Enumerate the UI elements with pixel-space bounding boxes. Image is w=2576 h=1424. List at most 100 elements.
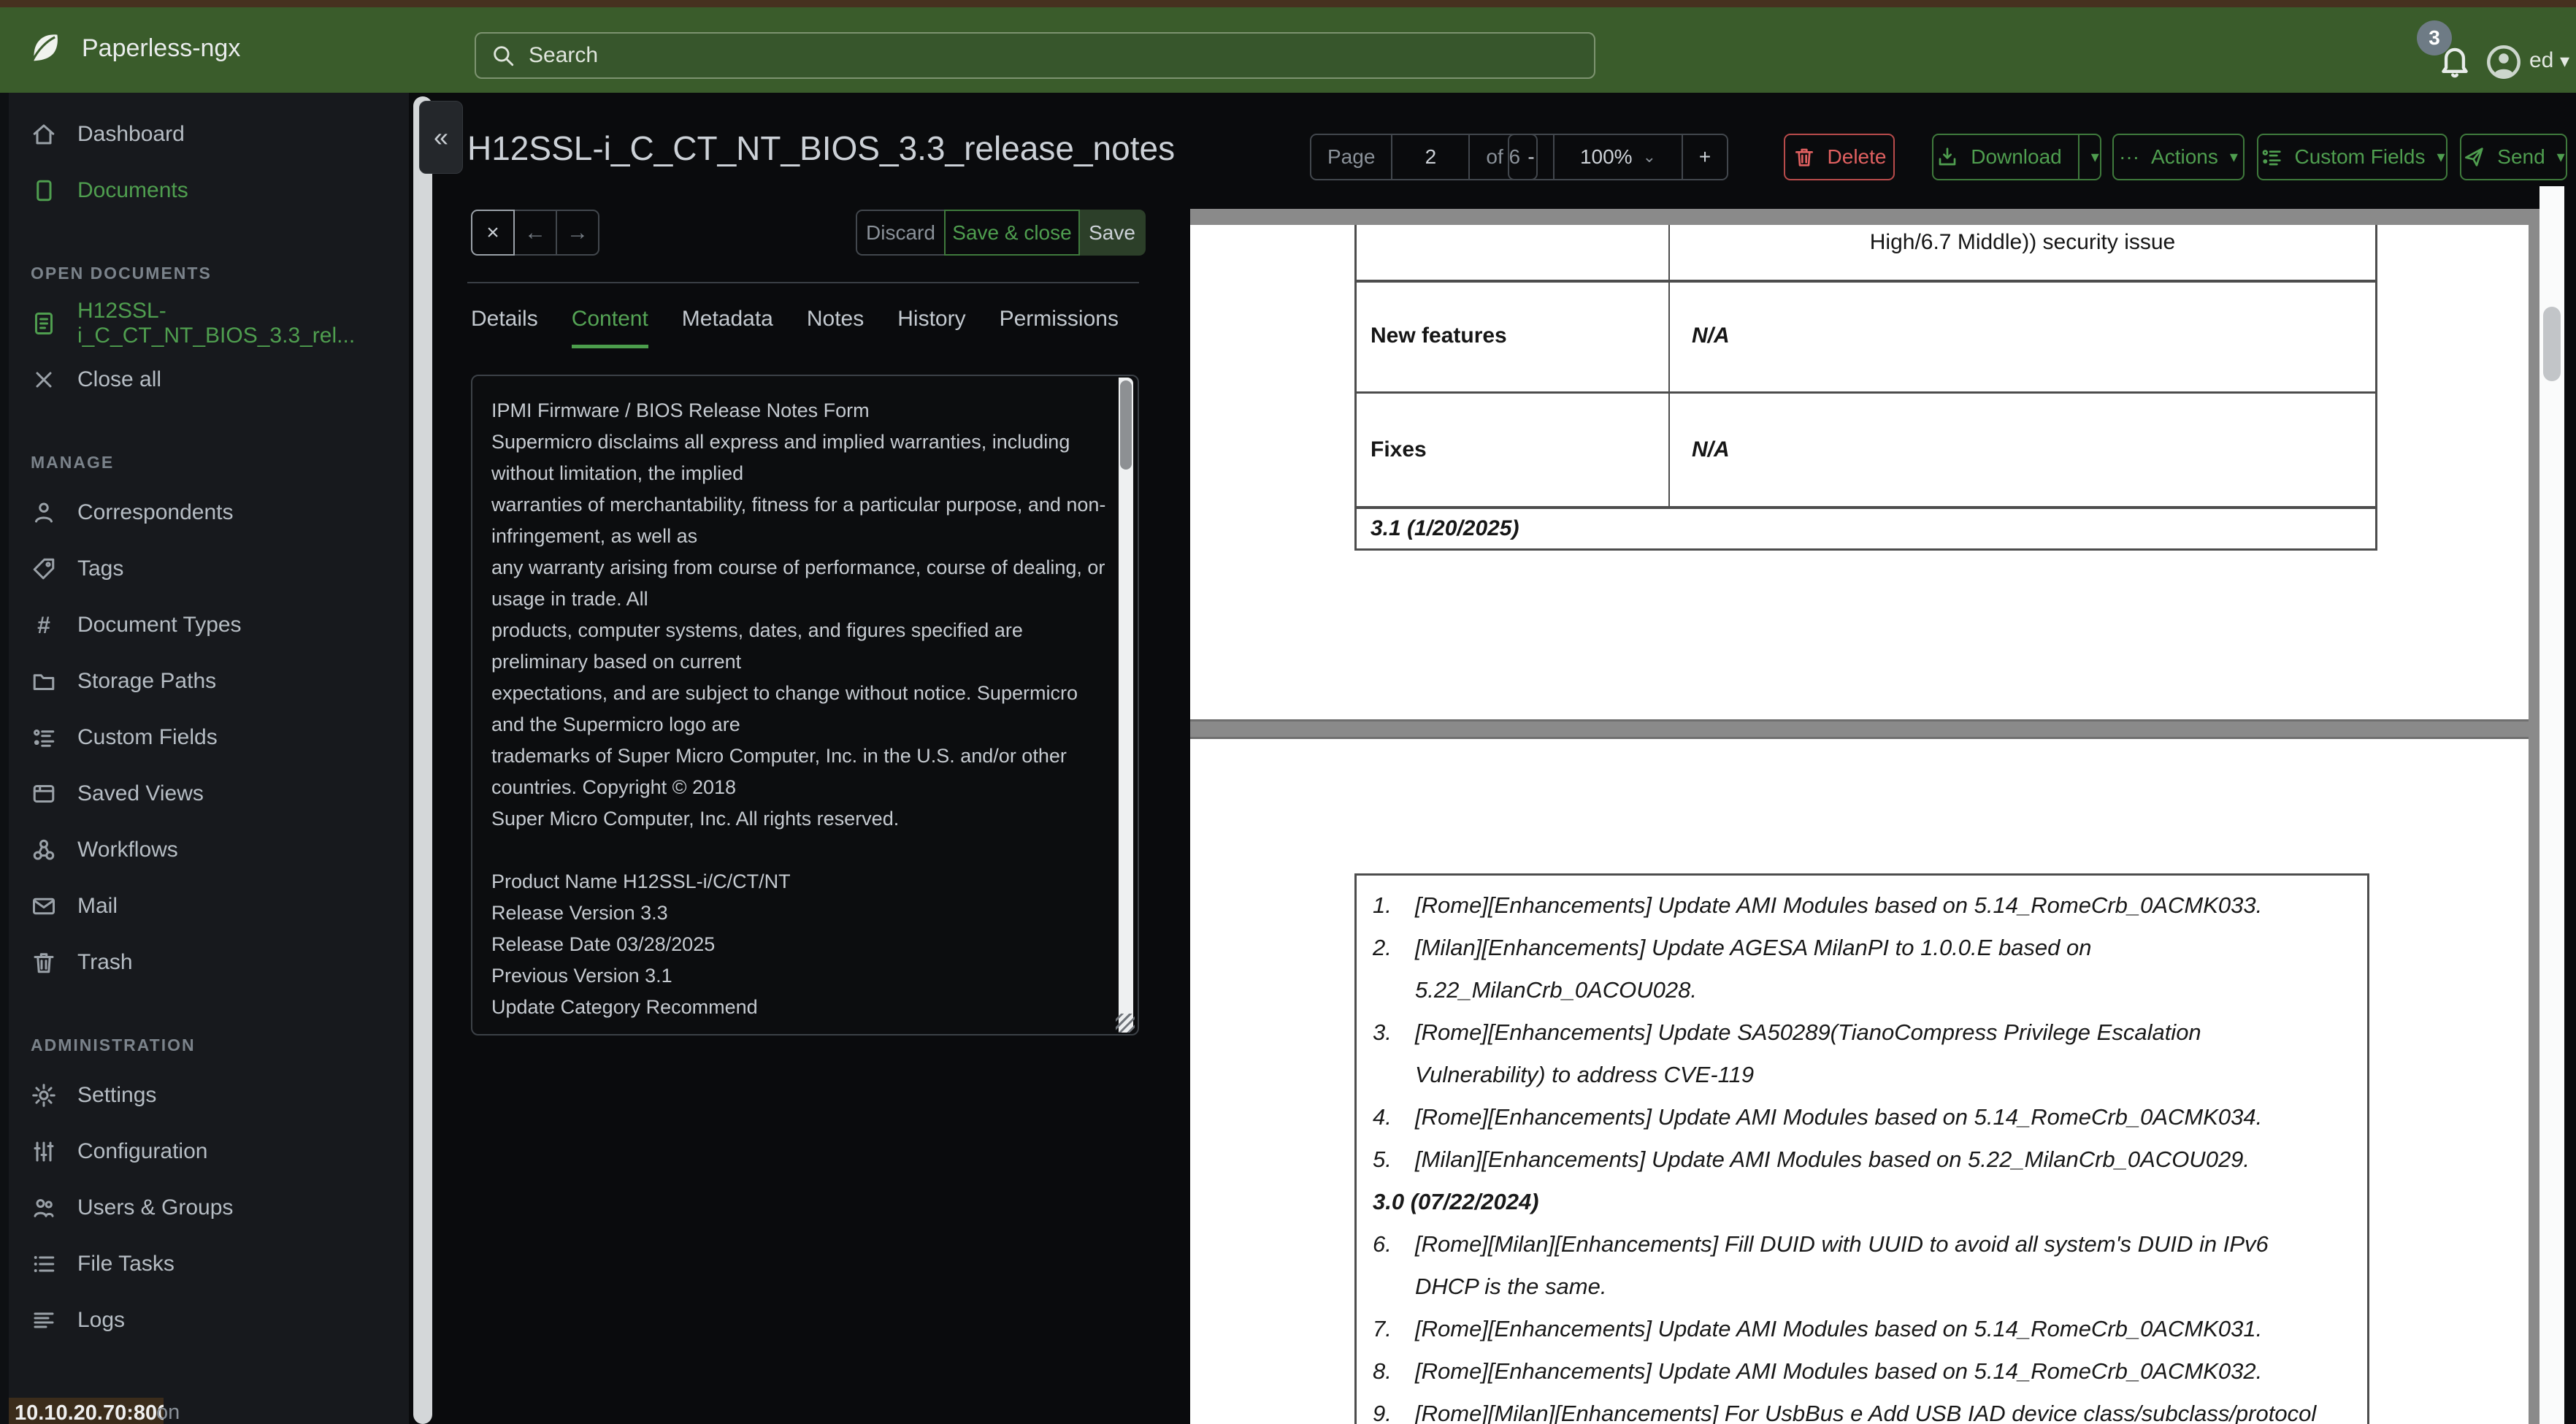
sidebar-section-header-manage: MANAGE: [31, 453, 115, 472]
tabs-divider: [467, 282, 1139, 283]
top-navbar: Paperless-ngx Search 3 ed ▾: [0, 7, 2576, 93]
user-menu-caret-icon[interactable]: ▾: [2560, 50, 2569, 72]
sidebar-item-document-types[interactable]: # Document Types: [9, 597, 409, 653]
sidebar-item-logs[interactable]: Logs: [9, 1292, 409, 1348]
content-textarea[interactable]: [471, 375, 1139, 1036]
previous-document-button[interactable]: ←: [513, 210, 557, 256]
sidebar-item-workflows[interactable]: Workflows: [9, 822, 409, 878]
app-brand[interactable]: Paperless-ngx: [25, 29, 240, 67]
global-search-input[interactable]: Search: [475, 32, 1595, 79]
content-scrollbar-thumb[interactable]: [1120, 380, 1132, 470]
download-icon: [1936, 145, 1959, 169]
tab-metadata[interactable]: Metadata: [682, 307, 773, 348]
send-button[interactable]: Send ▾: [2460, 134, 2567, 180]
save-button-group: Discard Save & close Save: [856, 210, 1146, 256]
pdf-scrollbar-thumb[interactable]: [2543, 307, 2561, 381]
zoom-in-button[interactable]: +: [1682, 135, 1727, 179]
notification-count-badge[interactable]: 3: [2417, 20, 2452, 55]
send-icon: [2462, 145, 2485, 169]
sidebar-item-trash[interactable]: Trash: [9, 934, 409, 990]
next-document-button[interactable]: →: [556, 210, 599, 256]
actions-button[interactable]: ··· Actions ▾: [2112, 134, 2245, 180]
sidebar: Dashboard Documents OPEN DOCUMENTS H12SSL-i…: [9, 93, 409, 1424]
sidebar-item-label: Dashboard: [77, 121, 185, 146]
delete-button[interactable]: Delete: [1784, 134, 1895, 180]
username-label[interactable]: ed: [2529, 48, 2553, 73]
file-tasks-icon: [31, 1251, 57, 1277]
save-button[interactable]: Save: [1078, 210, 1146, 256]
sidebar-item-correspondents[interactable]: Correspondents: [9, 484, 409, 540]
pdf-list-item-number: 9.: [1373, 1401, 1392, 1424]
sidebar-item-label: Close all: [77, 367, 162, 391]
pdf-list-item-text: [Rome][Enhancements] Update AMI Modules …: [1415, 1104, 2263, 1130]
content-scrollbar-track[interactable]: [1119, 378, 1133, 1033]
chevron-down-icon: ▾: [2229, 148, 2238, 166]
tab-details[interactable]: Details: [471, 307, 538, 348]
document-nav-group: × ← →: [471, 210, 599, 256]
download-button[interactable]: Download ▾: [1932, 134, 2101, 180]
sidebar-item-dashboard[interactable]: Dashboard: [9, 106, 409, 162]
sidebar-item-label: Workflows: [77, 837, 178, 862]
table-border: [1354, 548, 2377, 551]
pdf-list-item-number: 3.: [1373, 1019, 1392, 1045]
custom-fields-icon: [2260, 145, 2283, 169]
pdf-list-item: 4. [Rome][Enhancements] Update AMI Module…: [1373, 1096, 2354, 1138]
sidebar-item-label: Tags: [77, 556, 124, 581]
page-number-input[interactable]: 2: [1391, 135, 1468, 179]
trash-icon: [1793, 145, 1816, 169]
sidebar-item-settings[interactable]: Settings: [9, 1067, 409, 1123]
zoom-out-button[interactable]: -: [1509, 135, 1553, 179]
sidebar-item-configuration[interactable]: Configuration: [9, 1123, 409, 1179]
pdf-release-notes-box: 1. [Rome][Enhancements] Update AMI Module…: [1354, 873, 2369, 1424]
sidebar-scrollbar[interactable]: [413, 96, 432, 1424]
sidebar-item-storage-paths[interactable]: Storage Paths: [9, 653, 409, 709]
table-border: [1354, 225, 1357, 551]
close-document-button[interactable]: ×: [471, 210, 515, 256]
discard-button[interactable]: Discard: [856, 210, 946, 256]
custom-fields-icon: [31, 724, 57, 751]
sidebar-item-users-groups[interactable]: Users & Groups: [9, 1179, 409, 1236]
pdf-page-1: [1190, 225, 2529, 719]
chevron-down-icon: ▾: [2556, 148, 2565, 166]
custom-fields-button[interactable]: Custom Fields ▾: [2257, 134, 2447, 180]
textarea-resize-handle[interactable]: [1116, 1014, 1135, 1033]
sidebar-item-label: Document Types: [77, 612, 242, 637]
sidebar-item-label: Correspondents: [77, 499, 234, 524]
trash-icon: [31, 949, 57, 976]
pdf-list-item-number: 1.: [1373, 892, 1392, 918]
sidebar-item-mail[interactable]: Mail: [9, 878, 409, 934]
pdf-list-item-number: 5.: [1373, 1147, 1392, 1172]
person-icon: [31, 499, 57, 526]
sidebar-item-file-tasks[interactable]: File Tasks: [9, 1236, 409, 1292]
saved-views-icon: [31, 781, 57, 807]
sidebar-item-label: Saved Views: [77, 781, 204, 805]
sidebar-item-h12ssl-i-c-ct-nt-bios-3-3-rel[interactable]: H12SSL-i_C_CT_NT_BIOS_3.3_rel...: [9, 295, 409, 351]
pdf-list-item-number: 6.: [1373, 1231, 1392, 1257]
sidebar-item-documents[interactable]: Documents: [9, 162, 409, 218]
sidebar-item-tags[interactable]: Tags: [9, 540, 409, 597]
sidebar-section-header-administration: ADMINISTRATION: [31, 1036, 196, 1054]
download-options-caret[interactable]: ▾: [2077, 135, 2111, 179]
tab-notes[interactable]: Notes: [807, 307, 864, 348]
user-avatar-icon[interactable]: [2484, 42, 2523, 82]
sidebar-item-custom-fields[interactable]: Custom Fields: [9, 709, 409, 765]
pdf-list-item-text: [Milan][Enhancements] Update AGESA Milan…: [1415, 935, 2092, 1003]
save-and-close-button[interactable]: Save & close: [944, 210, 1080, 256]
paperless-logo-icon: [25, 29, 63, 67]
sidebar-item-close-all[interactable]: Close all: [9, 351, 409, 407]
pdf-table-row-label: New features: [1371, 324, 1507, 348]
tab-content[interactable]: Content: [571, 307, 648, 348]
sidebar-item-saved-views[interactable]: Saved Views: [9, 765, 409, 822]
sidebar-item-label: Mail: [77, 893, 118, 918]
zoom-level-select[interactable]: 100% ⌄: [1553, 135, 1682, 179]
chevron-down-icon: ⌄: [1642, 148, 1657, 166]
pdf-list-item: 7. [Rome][Enhancements] Update AMI Module…: [1373, 1308, 2354, 1350]
pdf-list-item-number: 2.: [1373, 935, 1392, 960]
sidebar-item-label: Documents: [77, 177, 188, 202]
collapse-panel-button[interactable]: «: [419, 101, 463, 174]
chevron-down-icon: ▾: [2437, 148, 2445, 166]
tab-permissions[interactable]: Permissions: [1000, 307, 1119, 348]
close-icon: [31, 367, 57, 393]
tab-history[interactable]: History: [897, 307, 965, 348]
document-tabs: Details Content Metadata Notes History Permis…: [471, 307, 1119, 348]
